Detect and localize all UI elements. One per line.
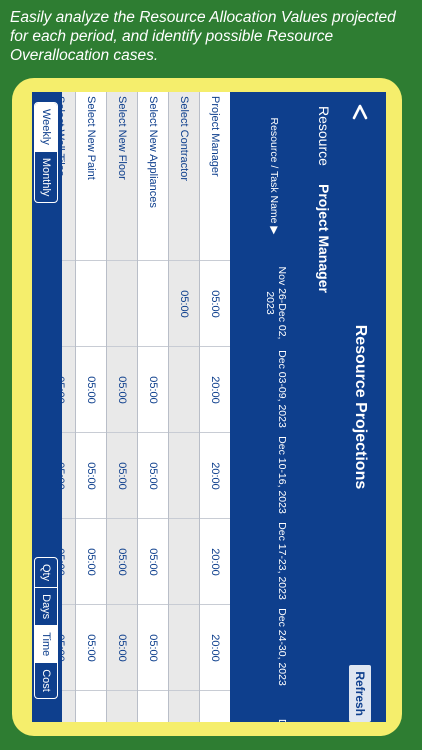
rotated-view: Resource Projections Refresh Resource Pr…: [32, 92, 386, 722]
task-name: Select New Appliances: [147, 96, 159, 208]
table-header: Resource / Task Name ▶ Nov 26-Dec 02, 20…: [230, 92, 310, 722]
allocation-cell: 05:00: [138, 518, 168, 605]
allocation-cell: 20:00: [200, 604, 230, 691]
qty-tab[interactable]: Qty: [35, 558, 57, 587]
allocation-cell: 20:00: [200, 346, 230, 433]
allocation-cell: 0: [200, 690, 230, 722]
navigation-bar: Resource Projections Refresh: [334, 92, 386, 722]
allocation-cell: 20:00: [200, 432, 230, 519]
table-row[interactable]: Select New Appliances 05:00 05:00 05:00 05:0…: [137, 92, 168, 722]
task-name: Project Manager: [209, 96, 221, 177]
allocation-cell: [169, 432, 199, 519]
allocation-cell: 05:00: [200, 260, 230, 347]
table-row[interactable]: Select New Paint 05:00 05:00 05:00 05:00: [75, 92, 106, 722]
resource-label: Resource: [316, 106, 332, 166]
resource-selector[interactable]: Resource Project Manager: [310, 92, 334, 722]
allocation-cell: [169, 346, 199, 433]
metric-toggle: Qty Days Time Cost: [34, 557, 58, 699]
bottom-toolbar: Weekly Monthly Qty Days Time Cost: [32, 92, 62, 722]
allocation-cell: 20:00: [200, 518, 230, 605]
column-header: Dec 17-23, 2023: [276, 522, 288, 600]
allocation-cell: [169, 604, 199, 691]
weekly-tab[interactable]: Weekly: [35, 103, 57, 151]
allocation-cell: [169, 518, 199, 605]
time-tab[interactable]: Time: [35, 625, 57, 663]
days-tab[interactable]: Days: [35, 587, 57, 626]
allocation-cell: 05:00: [76, 432, 106, 519]
column-header: Dec 03-09, 2023: [276, 350, 288, 428]
column-header: Dec 10-16, 2023: [276, 436, 288, 514]
column-header: Nov 26-Dec 02, 2023: [264, 266, 288, 340]
monthly-tab[interactable]: Monthly: [35, 150, 57, 203]
promo-caption: Easily analyze the Resource Allocation V…: [10, 9, 396, 64]
allocation-cell: 05:00: [138, 346, 168, 433]
allocation-cell: 05:00: [138, 604, 168, 691]
refresh-button[interactable]: Refresh: [349, 665, 371, 722]
page-title: Resource Projections: [352, 324, 369, 490]
sort-header-resource-task[interactable]: Resource / Task Name ▶: [268, 92, 280, 260]
allocation-cell: 05:00: [107, 346, 137, 433]
column-header: Dec 24-30, 2023: [276, 608, 288, 686]
table-row[interactable]: Select Contractor 05:00: [168, 92, 199, 722]
column-header: D 202: [276, 690, 288, 722]
allocation-cell: 05:00: [107, 604, 137, 691]
allocation-cell: [107, 260, 137, 347]
cost-tab[interactable]: Cost: [35, 662, 57, 698]
allocation-cell: 05:00: [169, 260, 199, 347]
table-row[interactable]: Project Manager 05:00 20:00 20:00 20:00 20:00…: [199, 92, 230, 722]
allocation-cell: 05:00: [138, 432, 168, 519]
allocation-cell: 05:00: [76, 518, 106, 605]
allocation-cell: 05:00: [107, 518, 137, 605]
period-toggle: Weekly Monthly: [34, 102, 58, 204]
allocation-cell: [138, 690, 168, 722]
allocation-cell: [76, 260, 106, 347]
allocation-cell: 05:00: [76, 604, 106, 691]
allocation-cell: [76, 690, 106, 722]
allocation-cell: [107, 690, 137, 722]
table-row[interactable]: Select New Floor 05:00 05:00 05:00 05:00: [106, 92, 137, 722]
resource-value[interactable]: Project Manager: [316, 184, 332, 293]
app-screen: Resource Projections Refresh Resource Pr…: [32, 92, 386, 722]
task-name: Select New Paint: [85, 96, 97, 180]
task-name: Select New Floor: [116, 96, 128, 180]
allocation-cell: [138, 260, 168, 347]
allocation-cell: [169, 690, 199, 722]
allocation-cell: 05:00: [107, 432, 137, 519]
allocation-cell: 05:00: [76, 346, 106, 433]
task-name: Select Contractor: [178, 96, 190, 181]
